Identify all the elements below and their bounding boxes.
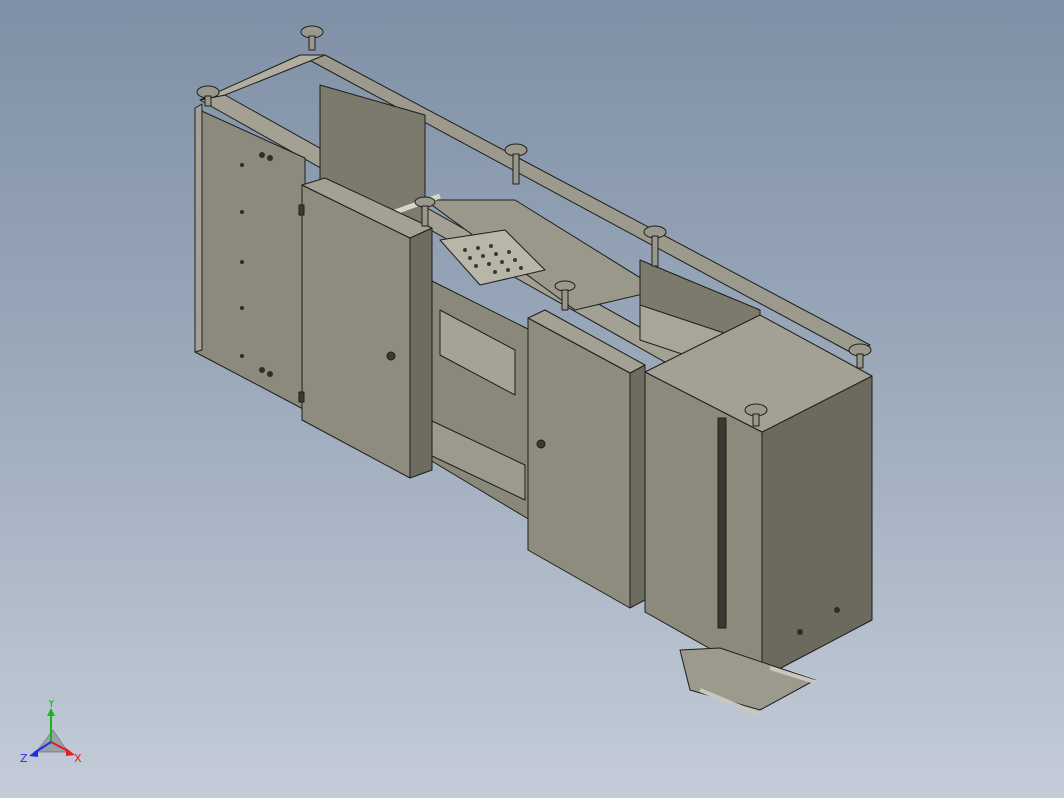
view-orientation-triad[interactable]: Y X Z [18, 700, 88, 770]
z-axis-label: Z [20, 752, 28, 765]
left-door-lock[interactable] [386, 351, 396, 361]
cable-slot [717, 417, 727, 629]
z-axis-arrowhead [29, 749, 38, 757]
cad-viewport[interactable]: Y X Z [0, 0, 1064, 798]
machine-assembly-model[interactable] [0, 0, 1064, 798]
y-axis-label: Y [47, 700, 55, 710]
x-axis-label: X [74, 752, 82, 765]
center-door-lock[interactable] [536, 439, 546, 449]
left-door-edge [409, 227, 433, 479]
left-cabinet-side [194, 107, 306, 411]
center-door-edge [629, 364, 646, 609]
left-door-hinge-top [298, 204, 305, 216]
left-door-hinge-bottom [298, 391, 305, 403]
left-cabinet-front-strip [194, 103, 203, 353]
